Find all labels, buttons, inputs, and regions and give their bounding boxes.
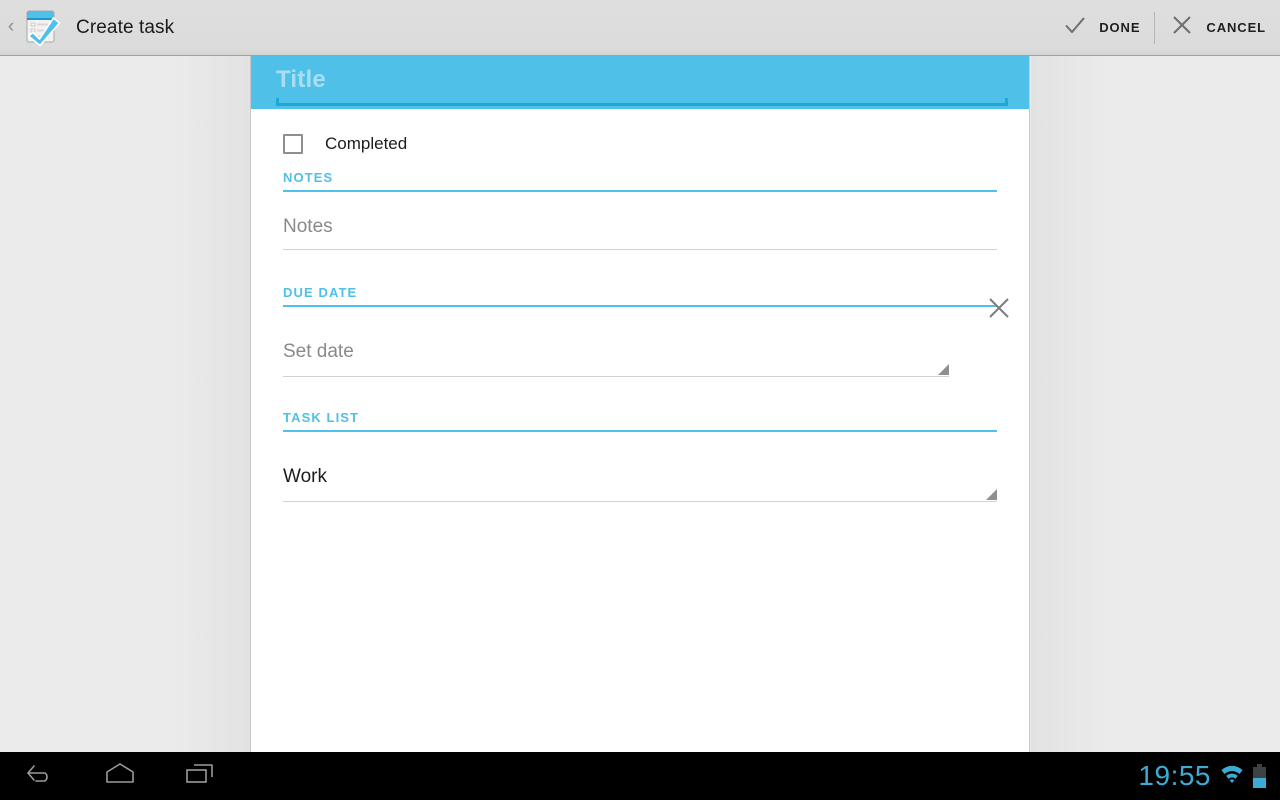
notes-field[interactable]: Notes bbox=[283, 204, 997, 250]
notes-input-text: Notes bbox=[283, 215, 333, 237]
completed-row[interactable]: Completed bbox=[251, 120, 1029, 168]
clear-due-date-button[interactable] bbox=[981, 292, 1017, 328]
up-chevron-icon[interactable]: ‹ bbox=[0, 0, 22, 56]
status-area[interactable]: 19:55 bbox=[1138, 760, 1280, 792]
cancel-button[interactable]: CANCEL bbox=[1155, 0, 1280, 56]
spinner-caret-icon bbox=[986, 489, 997, 500]
title-input[interactable]: Title bbox=[276, 64, 1006, 96]
section-header-task-list: TASK LIST bbox=[283, 410, 997, 432]
battery-fill bbox=[1253, 778, 1266, 788]
battery-body bbox=[1253, 767, 1266, 788]
done-label: DONE bbox=[1099, 20, 1141, 35]
section-header-notes: NOTES bbox=[283, 170, 997, 192]
battery-icon bbox=[1253, 764, 1266, 788]
completed-label: Completed bbox=[325, 134, 408, 153]
due-date-value-text: Set date bbox=[283, 340, 354, 362]
close-icon bbox=[1169, 12, 1195, 43]
done-button[interactable]: DONE bbox=[1048, 0, 1154, 56]
recents-icon bbox=[183, 760, 217, 793]
app-screen: ‹ Create task DONE CANCEL Title Complete… bbox=[0, 0, 1280, 800]
back-arrow-icon bbox=[23, 759, 57, 794]
wifi-icon bbox=[1219, 763, 1245, 790]
nav-back-button[interactable] bbox=[0, 752, 80, 800]
title-input-underline bbox=[276, 98, 1008, 106]
close-icon bbox=[985, 294, 1013, 327]
task-list-value-text: Work bbox=[283, 465, 327, 487]
task-list-spinner[interactable]: Work bbox=[283, 452, 997, 502]
background-left bbox=[0, 56, 250, 752]
system-navigation-bar: 19:55 bbox=[0, 752, 1280, 800]
action-bar: ‹ Create task DONE CANCEL bbox=[0, 0, 1280, 56]
completed-checkbox[interactable] bbox=[283, 134, 303, 154]
nav-recents-button[interactable] bbox=[160, 752, 240, 800]
background-right bbox=[1031, 56, 1280, 752]
spinner-caret-icon bbox=[938, 364, 949, 375]
title-header: Title bbox=[251, 56, 1029, 109]
section-header-due-date: DUE DATE bbox=[283, 285, 997, 307]
cancel-label: CANCEL bbox=[1206, 20, 1266, 35]
due-date-spinner[interactable]: Set date bbox=[283, 327, 949, 377]
nav-home-button[interactable] bbox=[80, 752, 160, 800]
tasks-app-icon[interactable] bbox=[20, 6, 64, 50]
status-clock: 19:55 bbox=[1138, 760, 1211, 791]
page-title: Create task bbox=[76, 16, 175, 38]
check-icon bbox=[1062, 12, 1088, 43]
home-icon bbox=[102, 760, 138, 793]
task-form: Completed NOTES Notes DUE DATE Set date … bbox=[251, 109, 1029, 502]
task-editor-card: Title Completed NOTES Notes DUE DATE Set… bbox=[250, 56, 1030, 752]
